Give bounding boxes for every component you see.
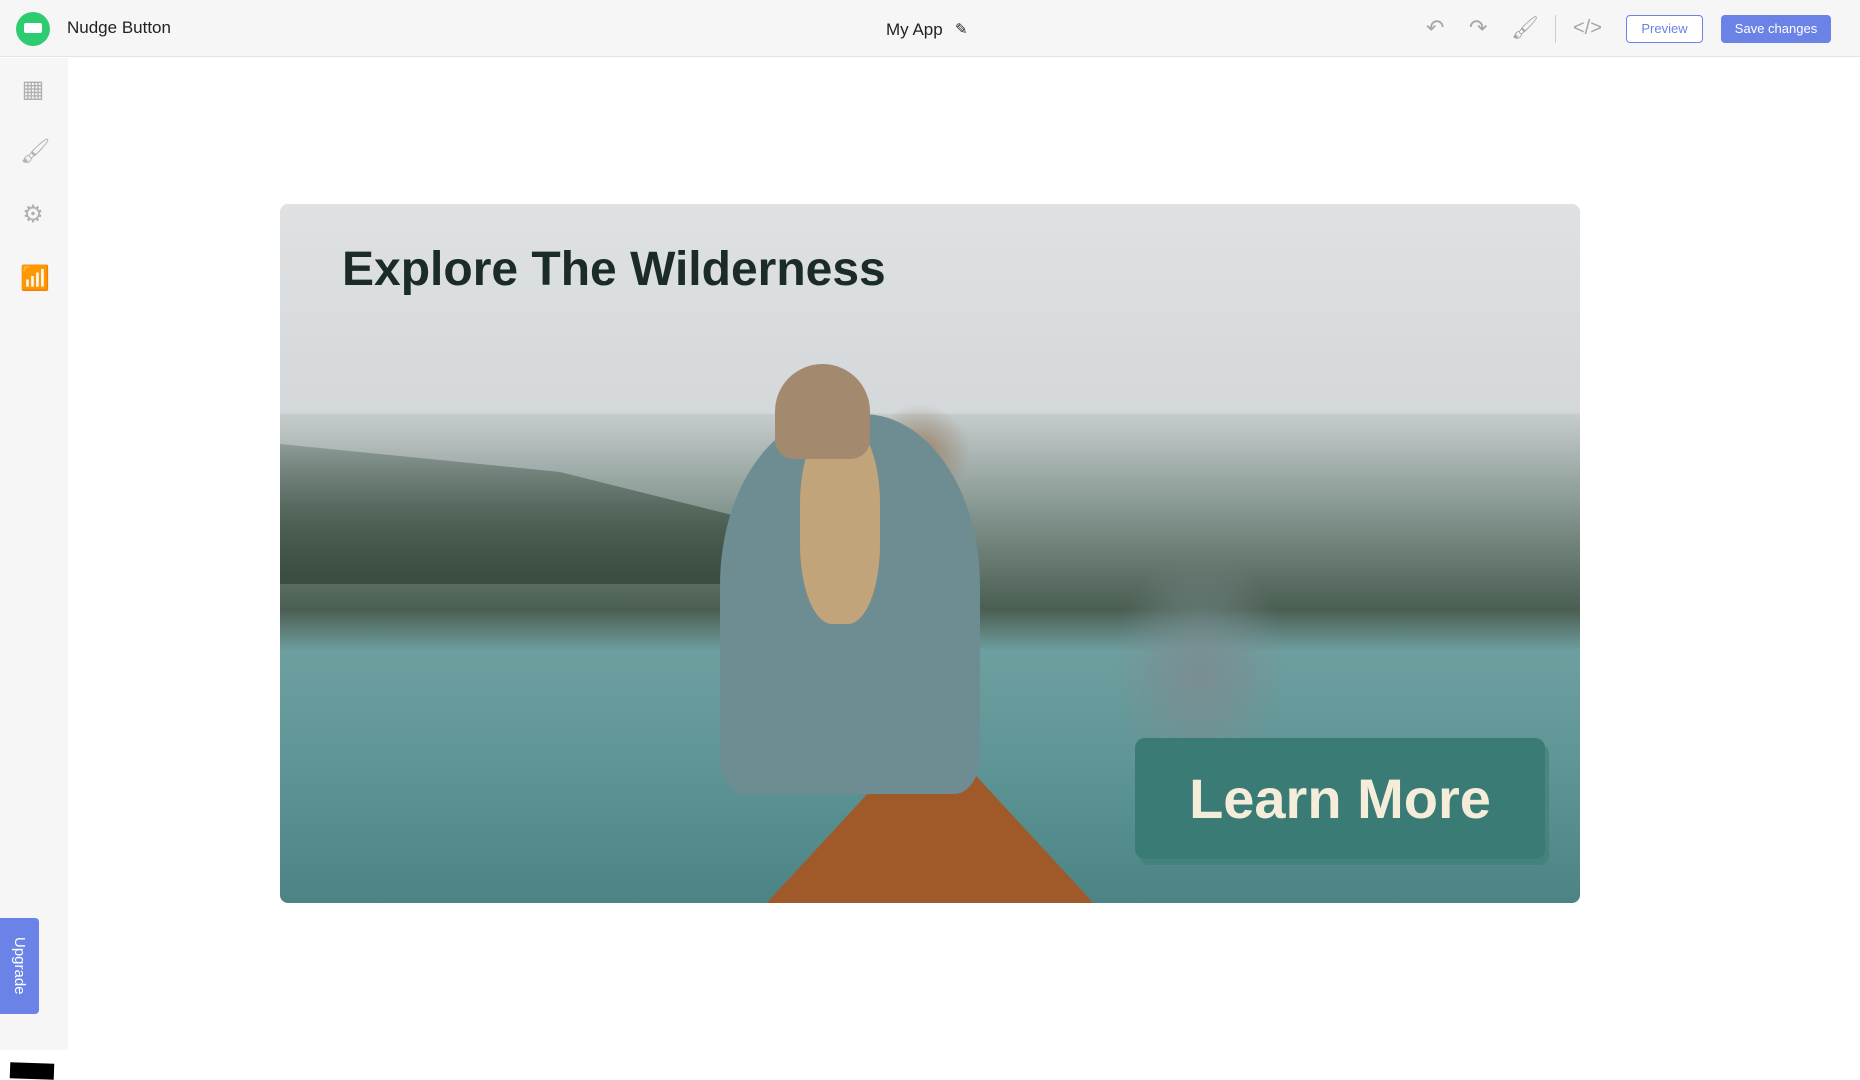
app-logo: [16, 12, 50, 46]
undo-icon[interactable]: ↶: [1426, 15, 1444, 41]
learn-more-button[interactable]: Learn More: [1135, 738, 1545, 859]
top-bar: Nudge Button My App ✎ ↶ ↷ 🖌 </> Preview …: [0, 0, 1860, 57]
redo-icon[interactable]: ↷: [1469, 15, 1487, 41]
project-title[interactable]: My App: [886, 20, 943, 40]
edit-title-icon[interactable]: ✎: [955, 20, 968, 38]
preview-button[interactable]: Preview: [1626, 15, 1703, 43]
sidebar: ▦ 🖌 ⚙ 📶 Upgrade: [0, 58, 68, 1080]
mascot-icon: [9, 1062, 55, 1080]
code-icon[interactable]: </>: [1573, 17, 1602, 40]
widget-title: Explore The Wilderness: [342, 243, 886, 296]
save-changes-button[interactable]: Save changes: [1721, 15, 1831, 43]
app-name: Nudge Button: [67, 18, 171, 37]
layout-icon[interactable]: ▦: [20, 77, 46, 103]
paint-roller-icon[interactable]: 🖌: [1511, 15, 1539, 41]
gear-icon[interactable]: ⚙: [20, 202, 46, 228]
nudge-widget-preview: Explore The Wilderness Learn More: [280, 204, 1580, 903]
upgrade-button[interactable]: Upgrade: [0, 918, 39, 1014]
toolbar-divider: [1555, 15, 1556, 43]
brush-icon[interactable]: 🖌: [20, 139, 50, 165]
hat-image-part: [775, 364, 870, 459]
analytics-icon[interactable]: 📶: [20, 266, 50, 292]
